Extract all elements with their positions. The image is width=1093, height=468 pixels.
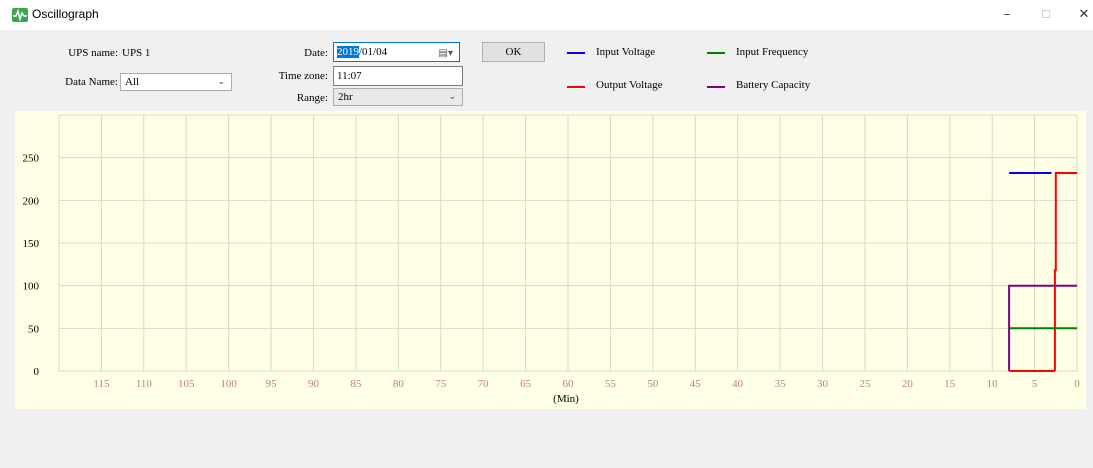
date-label: Date: [304, 47, 328, 59]
legend-swatch-input-frequency [707, 52, 725, 54]
data-name-select[interactable]: All ⌄ [120, 73, 232, 91]
date-picker[interactable]: 2019/01/04 ▤▾ [333, 42, 460, 62]
calendar-dropdown-icon[interactable]: ▤▾ [439, 45, 453, 63]
x-tick-label: 70 [478, 378, 490, 390]
minimize-button[interactable]: – [990, 0, 1024, 30]
legend-swatch-output-voltage [567, 86, 585, 88]
x-tick-label: 30 [817, 378, 829, 390]
x-tick-label: 100 [220, 378, 237, 390]
x-tick-label: 40 [732, 378, 744, 390]
chevron-down-icon: ⌄ [448, 92, 456, 102]
x-tick-label: 65 [520, 378, 532, 390]
legend-swatch-input-voltage [567, 52, 585, 54]
x-tick-label: 50 [647, 378, 659, 390]
y-tick-label: 50 [28, 323, 40, 335]
oscillograph-chart: 115 110 105 100 95 90 85 80 75 70 65 60 55 50 45 40 35 30… [15, 111, 1086, 409]
legend-label-input-frequency: Input Frequency [736, 46, 809, 58]
y-tick-label: 250 [23, 153, 40, 165]
series-line-output-voltage [1053, 172, 1077, 371]
x-tick-label: 115 [93, 378, 110, 390]
oscillograph-app-icon [12, 8, 28, 22]
title-bar: Oscillograph – ☐ ✕ [0, 0, 1093, 30]
ups-name-value: UPS 1 [122, 47, 151, 59]
x-tick-label: 90 [308, 378, 320, 390]
legend-swatch-battery-capacity [707, 86, 725, 88]
x-tick-label: 10 [987, 378, 999, 390]
x-axis-label: (Min) [553, 393, 579, 405]
date-rest: /01/04 [359, 46, 388, 58]
x-tick-label: 85 [350, 378, 362, 390]
x-tick-label: 80 [393, 378, 405, 390]
x-tick-label: 55 [605, 378, 617, 390]
x-tick-label: 25 [859, 378, 871, 390]
x-tick-label: 95 [266, 378, 278, 390]
y-tick-label: 0 [34, 366, 40, 378]
ups-name-label: UPS name: [68, 47, 118, 59]
range-label: Range: [296, 92, 328, 104]
chart-svg: 115 110 105 100 95 90 85 80 75 70 65 60 55 50 45 40 35 30… [23, 114, 1080, 405]
window-title: Oscillograph [32, 7, 99, 21]
x-tick-label: 110 [136, 378, 153, 390]
chevron-down-icon: ⌄ [217, 77, 225, 87]
y-tick-label: 100 [23, 281, 40, 293]
x-tick-label: 20 [902, 378, 914, 390]
data-name-select-value: All [125, 76, 140, 88]
close-button[interactable]: ✕ [1067, 0, 1093, 30]
x-tick-label: 60 [563, 378, 575, 390]
date-year-selected: 2019 [337, 46, 359, 58]
y-tick-label: 150 [23, 238, 40, 250]
timezone-label: Time zone: [278, 70, 328, 82]
legend-label-output-voltage: Output Voltage [596, 79, 663, 91]
legend-label-input-voltage: Input Voltage [596, 46, 656, 58]
y-tick-label: 200 [23, 195, 40, 207]
timezone-input[interactable]: 11:07 [333, 66, 463, 86]
ok-button[interactable]: OK [482, 42, 545, 62]
x-tick-label: 5 [1032, 378, 1038, 390]
x-tick-label: 105 [178, 378, 195, 390]
x-tick-label: 15 [944, 378, 956, 390]
maximize-button[interactable]: ☐ [1029, 0, 1063, 30]
range-select-value: 2hr [338, 91, 353, 103]
x-tick-label: 0 [1074, 378, 1080, 390]
legend-label-battery-capacity: Battery Capacity [736, 79, 811, 91]
x-tick-label: 45 [690, 378, 702, 390]
x-tick-label: 75 [435, 378, 447, 390]
data-name-label: Data Name: [65, 76, 118, 88]
range-select[interactable]: 2hr ⌄ [333, 88, 463, 106]
x-tick-label: 35 [775, 378, 787, 390]
